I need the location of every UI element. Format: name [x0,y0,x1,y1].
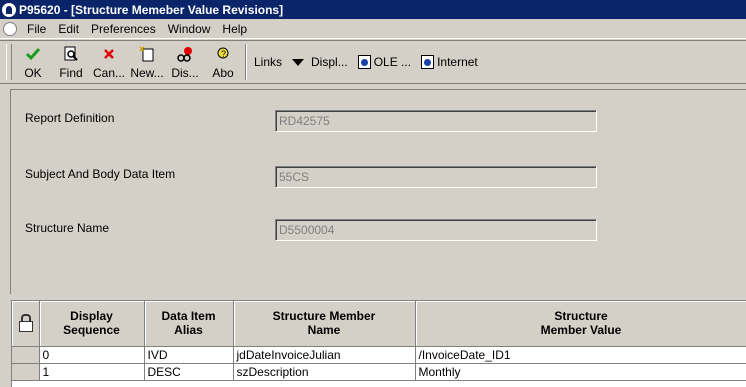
cancel-label: Can... [92,66,125,80]
check-icon [24,45,42,63]
header-form: Report Definition RD42575 Subject And Bo… [10,89,746,294]
column-header-line2: Alias [174,323,203,338]
table-row[interactable]: 0 IVD jdDateInvoiceJulian /InvoiceDate_I… [12,346,746,364]
menu-preferences[interactable]: Preferences [85,22,162,36]
cell-structure-member-value[interactable]: /InvoiceDate_ID1 [415,346,746,364]
column-header-line1: Structure [554,309,608,324]
new-button[interactable]: New... [128,41,166,83]
cancel-icon [100,45,118,63]
display-dropdown[interactable]: Displ... [292,55,348,69]
ok-button[interactable]: OK [14,41,52,83]
display-label: Dis... [171,66,199,80]
column-header-line1: Structure Member [272,309,376,324]
links-label: Links [254,55,283,69]
menu-file[interactable]: File [21,22,52,36]
about-icon: ? [214,45,232,63]
column-header-line1: Data Item [161,309,216,324]
display-dropdown-label: Displ... [311,55,348,69]
toolbar-separator [245,44,247,80]
subject-body-field[interactable]: 55CS [275,166,597,188]
column-header-line2: Member Value [540,323,622,338]
column-header-line2: Sequence [63,323,120,338]
column-header-data-item-alias[interactable]: Data Item Alias [144,301,234,347]
new-icon [138,45,156,63]
app-icon [2,2,16,17]
cell-display-sequence[interactable]: 1 [39,363,145,381]
report-definition-label: Report Definition [25,111,115,125]
display-icon [176,45,194,63]
structure-name-label: Structure Name [25,221,110,235]
structure-name-field[interactable]: D5500004 [275,219,597,241]
svg-text:?: ? [221,49,226,59]
menu-edit[interactable]: Edit [52,22,85,36]
display-button[interactable]: Dis... [166,41,204,83]
member-value-grid: Display Sequence Data Item Alias Structure… [11,300,746,387]
table-row[interactable]: 1 DESC szDescription Monthly [12,363,746,381]
row-header-lock[interactable] [12,301,40,347]
column-header-structure-member-name[interactable]: Structure Member Name [233,301,416,347]
row-selector[interactable] [12,346,40,364]
new-label: New... [130,66,164,80]
menu-window[interactable]: Window [162,22,217,36]
toolbar-grip[interactable] [6,44,12,80]
report-definition-field[interactable]: RD42575 [275,110,597,132]
ole-link[interactable]: OLE ... [357,55,412,69]
cell-structure-member-value[interactable]: Monthly [415,363,746,381]
find-label: Find [59,66,83,80]
internet-icon [421,55,435,69]
subject-body-label: Subject And Body Data Item [25,167,176,181]
column-header-line1: Display [70,309,113,324]
dropdown-arrow-icon [292,58,305,66]
title-bar: P95620 - [Structure Memeber Value Revisi… [0,0,746,19]
lock-icon [18,313,34,332]
cell-data-item-alias[interactable]: IVD [144,346,234,364]
toolbar: OK Find Can... New... Dis... ? Abo Links [0,40,746,84]
grid-header-row: Display Sequence Data Item Alias Structure… [12,301,746,347]
find-icon [62,45,80,63]
ole-icon [357,55,371,69]
about-button[interactable]: ? Abo [204,41,242,83]
cell-structure-member-name[interactable]: jdDateInvoiceJulian [233,346,416,364]
window-title: P95620 - [Structure Memeber Value Revisi… [19,2,284,17]
find-button[interactable]: Find [52,41,90,83]
ole-label: OLE ... [373,55,412,69]
cell-structure-member-name[interactable]: szDescription [233,363,416,381]
internet-label: Internet [437,55,478,69]
ok-label: OK [24,66,42,80]
cell-display-sequence[interactable]: 0 [39,346,145,364]
cell-data-item-alias[interactable]: DESC [144,363,234,381]
column-header-line2: Name [307,323,341,338]
menu-help[interactable]: Help [216,22,253,36]
internet-link[interactable]: Internet [421,55,478,69]
row-selector[interactable] [12,363,40,381]
menu-bar: File Edit Preferences Window Help [0,19,746,39]
system-menu-icon[interactable] [3,21,17,36]
column-header-structure-member-value[interactable]: Structure Member Value [415,301,746,347]
links-area: Links Displ... OLE ... Internet [250,41,478,83]
column-header-display-sequence[interactable]: Display Sequence [39,301,145,347]
about-label: Abo [212,66,234,80]
cancel-button[interactable]: Can... [90,41,128,83]
